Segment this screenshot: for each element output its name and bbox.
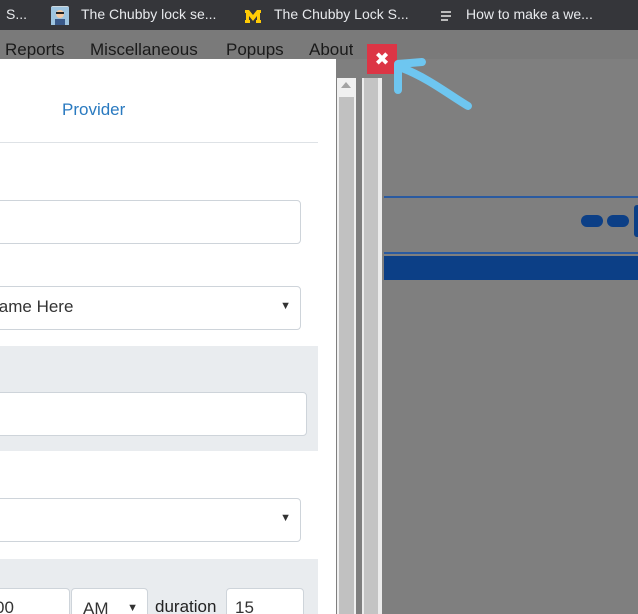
ampm-value: AM	[83, 599, 109, 614]
bookmark-item[interactable]: How to make a we...	[437, 0, 593, 30]
modal-scrollbar[interactable]	[337, 78, 356, 614]
nav-item-popups[interactable]: Popups	[226, 30, 284, 59]
bookmark-item[interactable]: The Chubby Lock S...	[244, 0, 409, 30]
duration-input[interactable]: 15	[226, 588, 304, 614]
time-value: 00	[0, 598, 14, 614]
background-divider	[384, 196, 638, 198]
nav-item-miscellaneous[interactable]: Miscellaneous	[90, 30, 198, 59]
chevron-down-icon: ▼	[127, 602, 138, 614]
nav-item-reports[interactable]: Reports	[5, 30, 65, 59]
avatar-favicon-icon	[51, 6, 69, 25]
ampm-select[interactable]: AM ▼	[71, 588, 148, 614]
document-favicon-icon	[437, 6, 455, 24]
bookmark-label: S...	[6, 6, 28, 22]
name-select-value: lame Here	[0, 297, 74, 316]
duration-label: duration	[155, 597, 217, 614]
site-navbar: Reports Miscellaneous Popups About	[0, 30, 638, 59]
bookmark-item[interactable]: The Chubby lock se...	[51, 0, 216, 30]
background-blue-band	[384, 256, 638, 280]
name-select[interactable]: lame Here ▼	[0, 286, 301, 330]
chevron-down-icon: ▼	[280, 512, 291, 524]
background-divider	[384, 252, 638, 254]
background-edge-button	[634, 205, 638, 237]
background-pill-button	[607, 215, 629, 227]
modal-divider	[0, 142, 318, 143]
option-select[interactable]: ▼	[0, 498, 301, 542]
umich-favicon-icon	[244, 6, 262, 24]
modal-dialog: Provider lame Here ▼ ▼ 00 AM ▼ duration …	[0, 59, 336, 614]
bookmarks-bar: S... The Chubby lock se... The Chubby Lo…	[0, 0, 638, 30]
nav-item-about[interactable]: About	[309, 30, 353, 59]
text-input[interactable]	[0, 392, 307, 436]
bookmark-item[interactable]: S...	[6, 0, 27, 30]
tab-provider[interactable]: Provider	[62, 100, 125, 120]
bookmark-label: The Chubby Lock S...	[274, 6, 409, 22]
background-pill-button	[581, 215, 603, 227]
bookmark-label: The Chubby lock se...	[81, 6, 217, 22]
duration-value: 15	[235, 598, 254, 614]
bookmark-label: How to make a we...	[466, 6, 593, 22]
scroll-up-icon[interactable]	[341, 82, 351, 88]
annotation-arrow-icon	[394, 58, 472, 110]
page-scrollbar-thumb[interactable]	[364, 78, 378, 614]
time-input[interactable]: 00	[0, 588, 70, 614]
text-input[interactable]	[0, 200, 301, 244]
scrollbar-thumb[interactable]	[339, 97, 354, 614]
page-scrollbar[interactable]	[362, 78, 382, 614]
chevron-down-icon: ▼	[280, 300, 291, 312]
